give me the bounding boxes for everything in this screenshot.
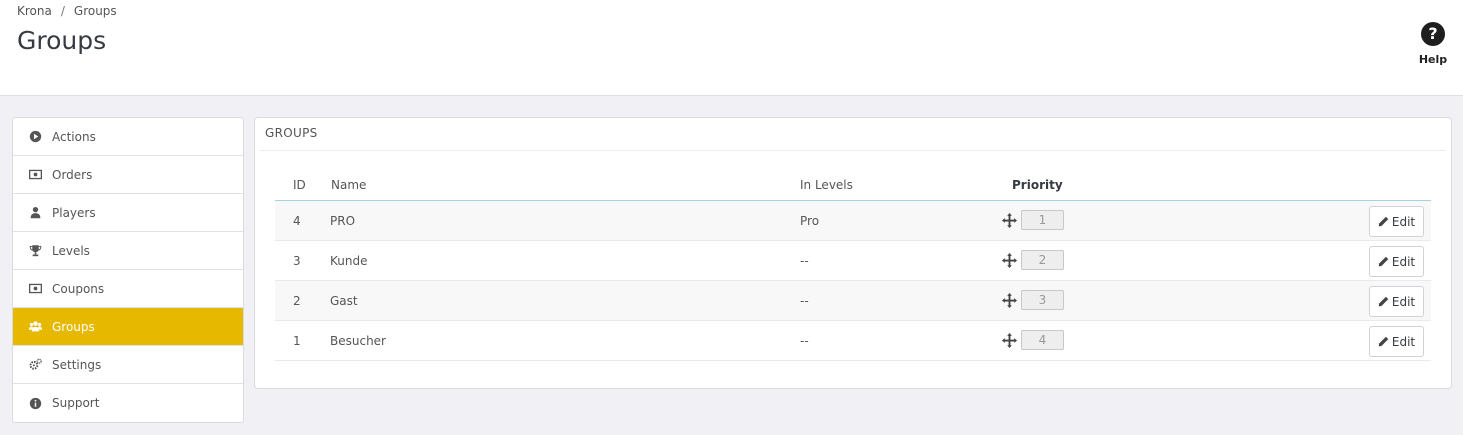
sidebar-item-label: Levels [52,243,90,258]
priority-field: 2 [1021,250,1064,270]
sidebar-item-support[interactable]: Support [13,384,243,422]
pencil-icon [1378,296,1389,307]
table-row: 3 Kunde -- 2 Edit [275,241,1431,281]
money-icon [28,282,42,296]
play-circle-icon [28,130,42,144]
sidebar-item-groups[interactable]: Groups [13,308,243,346]
page-title: Groups [17,26,107,55]
panel-heading: GROUPS [260,118,1446,151]
sidebar-item-levels[interactable]: Levels [13,232,243,270]
sidebar-item-label: Groups [52,319,95,334]
row-id: 1 [293,334,301,348]
edit-button[interactable]: Edit [1369,286,1424,317]
sidebar-item-coupons[interactable]: Coupons [13,270,243,308]
column-header-name: Name [331,178,367,192]
row-levels: Pro [800,214,820,228]
sidebar-item-label: Support [52,396,100,410]
table-row: 4 PRO Pro 1 Edit [275,201,1431,241]
help-label: Help [1418,53,1448,66]
help-button[interactable]: ? Help [1413,22,1453,66]
user-icon [28,206,42,220]
row-levels: -- [800,254,809,268]
sidebar-item-settings[interactable]: Settings [13,346,243,384]
row-levels: -- [800,334,809,348]
move-handle-icon[interactable] [1002,252,1017,268]
row-id: 2 [293,294,301,308]
priority-field: 3 [1021,290,1064,310]
sidebar-item-label: Players [52,205,96,220]
sidebar-item-label: Actions [52,129,96,144]
row-levels: -- [800,294,809,308]
edit-button[interactable]: Edit [1369,206,1424,237]
sidebar-item-players[interactable]: Players [13,194,243,232]
edit-button[interactable]: Edit [1369,246,1424,277]
table-row: 1 Besucher -- 4 Edit [275,321,1431,361]
priority-field: 4 [1021,330,1064,350]
edit-label: Edit [1391,334,1416,349]
groups-table: ID Name In Levels Priority 4 PRO Pro 1 E… [275,172,1431,361]
pencil-icon [1378,336,1389,347]
sidebar-item-label: Orders [52,167,93,182]
question-circle-icon: ? [1421,22,1445,46]
money-icon [28,168,42,182]
table-row: 2 Gast -- 3 Edit [275,281,1431,321]
breadcrumb-separator: / [60,4,65,18]
row-name: Besucher [330,334,386,348]
groups-panel: GROUPS ID Name In Levels Priority 4 PRO … [254,117,1452,389]
edit-label: Edit [1391,294,1416,309]
row-name: PRO [330,214,356,228]
sidebar-item-label: Settings [52,357,102,372]
breadcrumb: Krona / Groups [17,4,117,18]
row-name: Gast [330,294,358,308]
sidebar-item-label: Coupons [52,281,105,296]
pencil-icon [1378,256,1389,267]
edit-label: Edit [1391,214,1416,229]
move-handle-icon[interactable] [1002,212,1017,228]
row-priority: 4 [1002,330,1064,350]
row-priority: 2 [1002,250,1064,270]
row-id: 4 [293,214,301,228]
page-header: Krona / Groups Groups ? Help [0,0,1463,96]
trophy-icon [28,244,42,258]
breadcrumb-current[interactable]: Groups [74,4,117,18]
column-header-levels: In Levels [800,178,853,192]
sidebar-nav: Actions Orders Players Levels Coupons Gr… [12,117,244,423]
cogs-icon [28,358,42,372]
pencil-icon [1378,216,1389,227]
sidebar-item-orders[interactable]: Orders [13,156,243,194]
sidebar-item-actions[interactable]: Actions [13,118,243,156]
info-circle-icon [28,396,42,410]
edit-label: Edit [1391,254,1416,269]
priority-field: 1 [1021,210,1064,230]
breadcrumb-root[interactable]: Krona [17,4,52,18]
move-handle-icon[interactable] [1002,332,1017,348]
table-header: ID Name In Levels Priority [275,172,1431,201]
edit-button[interactable]: Edit [1369,326,1424,357]
row-priority: 1 [1002,210,1064,230]
row-name: Kunde [330,254,368,268]
row-priority: 3 [1002,290,1064,310]
column-header-priority: Priority [1012,178,1063,192]
move-handle-icon[interactable] [1002,292,1017,308]
row-id: 3 [293,254,301,268]
column-header-id: ID [293,178,306,192]
users-icon [28,320,42,334]
